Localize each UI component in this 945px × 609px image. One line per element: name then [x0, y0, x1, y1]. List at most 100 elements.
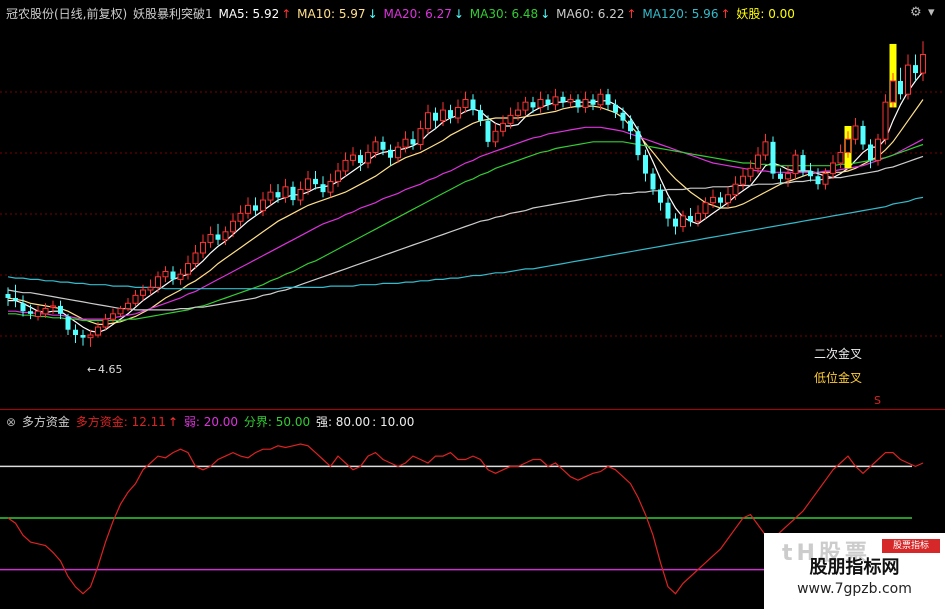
candle-body-85: [643, 155, 648, 174]
candle-body-41: [313, 178, 318, 185]
candle-body-80: [605, 94, 611, 105]
candle-body-23: [177, 273, 184, 280]
candle-body-49: [372, 141, 379, 153]
candle-body-36: [275, 192, 281, 198]
candle-body-93: [702, 202, 709, 214]
candle-body-71: [537, 99, 544, 108]
candle-body-62: [470, 99, 476, 111]
candle-body-90: [680, 215, 686, 228]
candle-body-29: [222, 231, 229, 241]
candle-body-21: [162, 271, 169, 278]
candle-body-6: [50, 305, 56, 308]
candle-body-14: [110, 313, 116, 320]
candle-body-73: [552, 96, 559, 106]
candle-body-115: [868, 144, 873, 161]
candle-body-8: [65, 316, 71, 330]
candle-body-27: [207, 233, 214, 243]
candle-body-30: [230, 220, 236, 233]
candle-body-108: [815, 176, 821, 185]
watermark: tH股票 股票指标 股朋指标网 www.7gpzb.com: [764, 533, 945, 609]
candle-body-119: [898, 80, 903, 95]
candle-body-24: [185, 263, 191, 275]
candle-body-95: [718, 197, 723, 203]
candle-body-43: [327, 181, 334, 193]
candle-body-2: [20, 303, 26, 312]
candle-body-103: [778, 173, 783, 179]
candle-body-17: [132, 294, 139, 304]
candle-body-91: [688, 215, 693, 222]
candle-body-87: [658, 189, 663, 203]
candle-body-74: [560, 96, 566, 103]
candle-body-0: [5, 294, 11, 298]
candle-body-56: [425, 112, 431, 130]
candle-body-118: [890, 80, 896, 103]
candle-body-33: [253, 205, 258, 211]
candle-body-75: [567, 99, 574, 103]
candle-body-72: [545, 99, 551, 105]
candle-body-50: [380, 141, 386, 150]
candle-body-104: [785, 173, 791, 180]
candle-body-94: [710, 196, 716, 204]
candle-body-67: [507, 114, 514, 124]
candle-body-10: [80, 335, 86, 338]
candle-body-105: [792, 154, 799, 175]
candle-body-79: [597, 93, 604, 106]
candle-body-122: [920, 54, 926, 74]
candle-body-70: [530, 102, 536, 108]
candle-body-42: [320, 184, 326, 193]
chart-window: { "header": { "stock": "冠农股份(日线,前复权)", "…: [0, 0, 945, 609]
candle-body-53: [402, 138, 409, 148]
candle-body-35: [267, 191, 274, 201]
candle-body-4: [35, 310, 41, 317]
candle-body-44: [335, 170, 341, 183]
candle-body-76: [575, 99, 581, 108]
candle-body-120: [905, 64, 911, 95]
candle-body-15: [117, 308, 124, 315]
candle-body-96: [725, 194, 731, 204]
candle-body-52: [395, 146, 401, 159]
candle-body-82: [620, 112, 626, 121]
candle-body-47: [358, 155, 363, 164]
candle-body-84: [635, 131, 641, 156]
candle-body-60: [455, 106, 461, 119]
candle-body-54: [410, 139, 416, 145]
candle-body-101: [762, 141, 769, 156]
candle-body-46: [350, 154, 356, 161]
candle-body-113: [852, 125, 859, 140]
candle-body-38: [290, 186, 296, 201]
candle-body-3: [28, 311, 33, 314]
candle-body-13: [102, 318, 109, 328]
candle-body-121: [913, 65, 918, 74]
candle-body-106: [800, 155, 806, 171]
candle-body-86: [650, 173, 656, 190]
candle-body-66: [500, 122, 506, 132]
candle-body-92: [695, 212, 701, 222]
candle-body-78: [590, 99, 596, 105]
candle-body-110: [830, 162, 836, 175]
candle-body-28: [215, 234, 221, 240]
candle-body-26: [200, 241, 206, 254]
candle-body-107: [808, 170, 813, 177]
candle-body-97: [732, 183, 739, 196]
candle-body-25: [192, 252, 199, 265]
candle-body-88: [665, 202, 671, 219]
second-cross-label: 二次金叉: [814, 346, 862, 361]
candle-body-7: [58, 305, 63, 314]
watermark-tag: 股票指标: [882, 539, 940, 553]
candle-body-77: [582, 99, 589, 108]
candle-body-48: [365, 151, 371, 164]
candle-body-5: [42, 308, 49, 315]
candle-body-11: [87, 334, 94, 339]
candle-body-18: [140, 289, 146, 296]
candle-body-112: [845, 138, 851, 153]
candle-body-68: [515, 109, 521, 116]
chart-canvas: 4.65 ← 二次金叉 低位金叉 S: [0, 41, 945, 595]
candle-body-57: [433, 112, 438, 121]
candle-body-117: [882, 101, 889, 140]
candle-body-31: [237, 212, 244, 222]
candle-body-64: [485, 120, 491, 142]
candle-body-55: [417, 128, 424, 145]
candle-body-39: [297, 188, 304, 201]
candle-body-100: [755, 154, 761, 169]
candle-body-45: [342, 159, 349, 172]
